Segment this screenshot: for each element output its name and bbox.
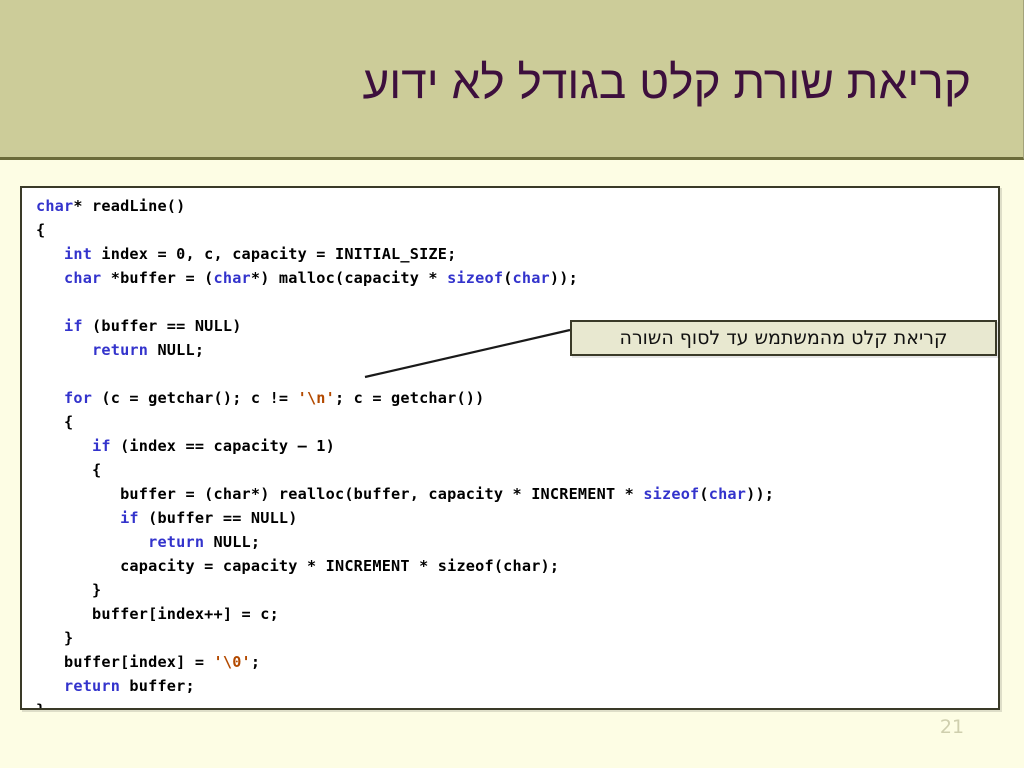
code-token: sizeof: [643, 485, 700, 503]
code-line: return NULL;: [36, 533, 260, 551]
code-token: for: [64, 389, 93, 407]
code-line: for (c = getchar(); c != '\n'; c = getch…: [36, 389, 485, 407]
code-token: (: [699, 485, 709, 503]
code-token: buffer;: [120, 677, 195, 695]
code-token: sizeof: [447, 269, 504, 287]
code-token: return: [64, 677, 121, 695]
code-token: (index == capacity – 1): [110, 437, 335, 455]
code-token: buffer = (char*) realloc(buffer, capacit…: [36, 485, 644, 503]
code-token: ));: [549, 269, 578, 287]
code-token: '\0': [213, 653, 251, 671]
code-line: char *buffer = (char*) malloc(capacity *…: [36, 269, 578, 287]
code-line: return buffer;: [36, 677, 195, 695]
code-line: {: [36, 221, 45, 239]
code-line: }: [36, 581, 101, 599]
code-token: char: [708, 485, 747, 503]
code-line: if (index == capacity – 1): [36, 437, 335, 455]
code-token: if: [64, 317, 83, 335]
code-token: {: [36, 221, 46, 239]
code-token: (buffer == NULL): [82, 317, 242, 335]
code-token: * readLine(): [73, 197, 186, 215]
callout-label: קריאת קלט מהמשתמש עד לסוף השורה: [619, 327, 948, 349]
code-token: char: [64, 269, 102, 287]
callout-box: קריאת קלט מהמשתמש עד לסוף השורה: [570, 320, 997, 356]
code-line: char* readLine(): [36, 197, 186, 215]
code-token: (c = getchar(); c !=: [92, 389, 298, 407]
code-token: char: [36, 197, 74, 215]
code-line: capacity = capacity * INCREMENT * sizeof…: [36, 557, 559, 575]
code-token: *) malloc(capacity *: [250, 269, 448, 287]
code-line: }: [36, 701, 46, 710]
code-token: char: [512, 269, 550, 287]
code-token: capacity = capacity * INCREMENT * sizeof…: [36, 557, 560, 575]
code-line: return NULL;: [36, 341, 204, 359]
code-token: }: [36, 581, 102, 599]
code-listing: char* readLine() { int index = 0, c, cap…: [36, 194, 774, 710]
page-title: קריאת שורת קלט בגודל לא ידוע: [362, 56, 971, 108]
code-token: (: [503, 269, 513, 287]
code-line: buffer = (char*) realloc(buffer, capacit…: [36, 485, 774, 503]
code-token: return: [92, 341, 149, 359]
code-token: NULL;: [204, 533, 261, 551]
code-token: }: [36, 701, 46, 710]
code-line: if (buffer == NULL): [36, 317, 242, 335]
code-token: }: [36, 629, 74, 647]
slide-title-band: קריאת שורת קלט בגודל לא ידוע: [0, 0, 1024, 160]
code-token: ;: [250, 653, 261, 671]
slide-page-number: 21: [939, 716, 965, 738]
code-token: buffer[index] =: [36, 653, 214, 671]
code-token: ; c = getchar()): [335, 389, 485, 407]
code-line: buffer[index] = '\0';: [36, 653, 260, 671]
code-line: int index = 0, c, capacity = INITIAL_SIZ…: [36, 245, 456, 263]
code-line: {: [36, 461, 101, 479]
code-token: char: [213, 269, 251, 287]
code-listing-box: char* readLine() { int index = 0, c, cap…: [20, 186, 1000, 710]
code-token: '\n': [297, 389, 335, 407]
code-token: *buffer = (: [101, 269, 214, 287]
code-token: NULL;: [148, 341, 205, 359]
code-line: buffer[index++] = c;: [36, 605, 279, 623]
code-token: (buffer == NULL): [138, 509, 298, 527]
code-token: index = 0, c, capacity = INITIAL_SIZE;: [92, 245, 457, 263]
code-token: ));: [746, 485, 775, 503]
code-token: buffer[index++] = c;: [36, 605, 279, 623]
code-line: }: [36, 629, 73, 647]
code-line: {: [36, 413, 73, 431]
code-token: {: [36, 461, 102, 479]
code-token: int: [64, 245, 93, 263]
code-token: return: [148, 533, 205, 551]
code-token: if: [92, 437, 111, 455]
code-line: if (buffer == NULL): [36, 509, 298, 527]
code-token: if: [120, 509, 139, 527]
code-token: {: [36, 413, 74, 431]
